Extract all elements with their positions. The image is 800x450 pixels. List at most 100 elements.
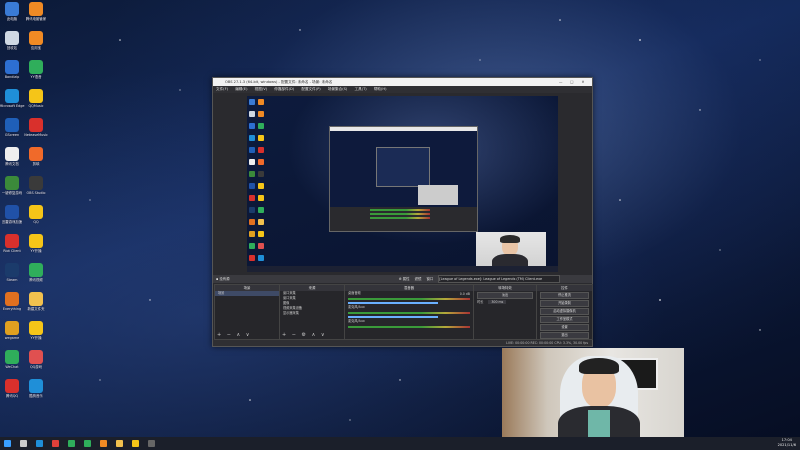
desktop-shortcut[interactable]: YY语音	[23, 60, 49, 79]
obs-window[interactable]: OBS 27.1.3 (64-bit, windows) - 配置文件: 未命名…	[212, 77, 593, 347]
desktop-shortcut-label: YY语音	[30, 75, 42, 79]
desktop-shortcut[interactable]: YY开播	[23, 234, 49, 253]
desktop-shortcut-label: 腾讯QQ	[5, 394, 19, 398]
mixer-channel-label: 麦克风/Aux	[348, 305, 365, 309]
app-icon	[5, 118, 19, 132]
webcam-overlay	[502, 348, 684, 450]
desktop-shortcut-label: Steam	[6, 278, 18, 282]
folder-icon[interactable]	[116, 440, 123, 447]
wechat-icon[interactable]	[68, 440, 75, 447]
obs-title-bar[interactable]: OBS 27.1.3 (64-bit, windows) - 配置文件: 未命名…	[213, 78, 592, 86]
desktop-shortcut[interactable]: 剪映	[23, 147, 49, 166]
source-item[interactable]: 显示器采集	[280, 311, 344, 316]
doc-icon	[249, 159, 255, 165]
window-select[interactable]: [League of Legends.exe]: League of Legen…	[438, 275, 561, 283]
doc-icon	[5, 147, 19, 161]
start-virtual-camera-button[interactable]: 启动虚拟摄像机	[540, 308, 589, 315]
desktop-shortcut[interactable]: 新建文件夹	[23, 292, 49, 311]
menu-scene-collection[interactable]: 场景集合(S)	[328, 87, 347, 91]
menu-profile[interactable]: 配置文件(P)	[301, 87, 320, 91]
desktop-shortcut[interactable]: Steam	[0, 263, 25, 282]
transition-select[interactable]: 淡出	[477, 292, 533, 299]
desktop-shortcut[interactable]: 腾讯QQ	[0, 379, 25, 398]
steam-icon	[249, 207, 255, 213]
scene-item[interactable]: 场景	[215, 291, 279, 296]
scenes-dock-controls[interactable]: + − ∧ ∨	[217, 332, 251, 338]
desktop-shortcut[interactable]: Everything	[0, 292, 25, 311]
desktop-shortcut[interactable]: WeChat	[0, 350, 25, 369]
desktop-shortcut[interactable]: Bandizip	[0, 60, 25, 79]
maximize-button[interactable]: □	[567, 78, 577, 86]
no-source-label: ▪ 没有源	[216, 277, 230, 281]
duration-input[interactable]: 300 ms	[488, 300, 507, 304]
desktop-shortcut[interactable]: 腾讯视频	[23, 263, 49, 282]
desktop-shortcut[interactable]: 回收站	[0, 31, 25, 50]
volume-slider[interactable]	[348, 316, 438, 318]
desktop-shortcut[interactable]: 腾讯文档	[0, 147, 25, 166]
menu-help[interactable]: 帮助(H)	[374, 87, 387, 91]
search-icon[interactable]	[20, 440, 27, 447]
music-icon	[258, 135, 264, 141]
edge-icon[interactable]	[36, 440, 43, 447]
mixer-channel-label: 麦克风/Aux	[348, 319, 365, 323]
desktop-shortcut-label: YY开播	[30, 336, 42, 340]
chrome-icon[interactable]	[52, 440, 59, 447]
app-icon	[258, 123, 264, 129]
desktop-shortcut[interactable]: QQ	[23, 205, 49, 224]
desktop-shortcut[interactable]: OBS Studio	[23, 176, 49, 195]
studio-mode-button[interactable]: 工作室模式	[540, 316, 589, 323]
app-icon	[29, 31, 43, 45]
desktop-shortcut[interactable]: 此电脑	[0, 2, 25, 21]
clock-date: 2021/11/6	[777, 443, 796, 447]
obs-icon[interactable]	[148, 440, 155, 447]
search-icon	[249, 219, 255, 225]
app-icon[interactable]	[100, 440, 107, 447]
obs-preview-canvas[interactable]	[247, 96, 558, 272]
close-button[interactable]: ✕	[578, 78, 588, 86]
menu-file[interactable]: 文件(F)	[216, 87, 228, 91]
filters-button[interactable]: 滤镜	[415, 277, 422, 281]
volume-meter	[348, 298, 470, 300]
desktop-shortcut-label: 一键修复游戏	[1, 191, 23, 195]
menu-edit[interactable]: 编辑(E)	[235, 87, 247, 91]
desktop-shortcut[interactable]: QQMusic	[23, 89, 49, 108]
start-recording-button[interactable]: 开始录制	[540, 300, 589, 307]
menu-docks[interactable]: 停靠部件(D)	[274, 87, 294, 91]
desktop-shortcut[interactable]: NeteaseMusic	[23, 118, 49, 137]
scenes-dock: 场景 场景 + − ∧ ∨	[214, 284, 280, 340]
properties-button[interactable]: ⚙ 属性	[399, 277, 410, 281]
desktop-shortcut[interactable]: wegame	[0, 321, 25, 340]
desktop-shortcut[interactable]: Riot Client	[0, 234, 25, 253]
desktop-shortcut-label: WeChat	[5, 365, 19, 369]
desktop-shortcut-label: 酷狗音乐	[29, 394, 43, 398]
stop-streaming-button[interactable]: 停止推流	[540, 292, 589, 299]
exit-button[interactable]: 退出	[540, 332, 589, 339]
app-icon	[29, 60, 43, 74]
app-icon[interactable]	[84, 440, 91, 447]
desktop-shortcut[interactable]: 酷狗音乐	[23, 379, 49, 398]
desktop-shortcut[interactable]: YY开播	[23, 321, 49, 340]
computer-icon	[249, 99, 255, 105]
desktop-shortcut[interactable]: 腾讯电脑管家	[23, 2, 49, 21]
settings-button[interactable]: 设置	[540, 324, 589, 331]
desktop-shortcut[interactable]: Microsoft Edge	[0, 89, 25, 108]
windows-icon[interactable]	[4, 440, 11, 447]
minimize-button[interactable]: —	[556, 78, 566, 86]
recycle-bin-icon	[249, 111, 255, 117]
desktop-shortcut[interactable]: QQ游戏	[23, 350, 49, 369]
menu-view[interactable]: 视图(V)	[255, 87, 267, 91]
app-icon	[249, 255, 255, 261]
volume-slider[interactable]	[348, 302, 438, 304]
app-icon[interactable]	[132, 440, 139, 447]
desktop-shortcut[interactable]: 应用宝	[23, 31, 49, 50]
system-clock[interactable]: 17:04 2021/11/6	[778, 438, 796, 448]
desktop-shortcut[interactable]: 迅雷游戏加速	[0, 205, 25, 224]
desktop-shortcut[interactable]: 一键修复游戏	[0, 176, 25, 195]
menu-tools[interactable]: 工具(T)	[355, 87, 367, 91]
obs-status-bar: LIVE: 00:00:00 REC: 00:00:00 CPU: 3.3%, …	[213, 340, 592, 346]
desktop-shortcut-label: 剪映	[32, 162, 40, 166]
desktop-shortcut-label: Riot Client	[3, 249, 21, 253]
sources-dock-controls[interactable]: + − ⚙ ∧ ∨	[282, 332, 327, 338]
desktop-shortcut[interactable]: GScreen	[0, 118, 25, 137]
transitions-dock-title: 转场特效	[474, 285, 536, 291]
